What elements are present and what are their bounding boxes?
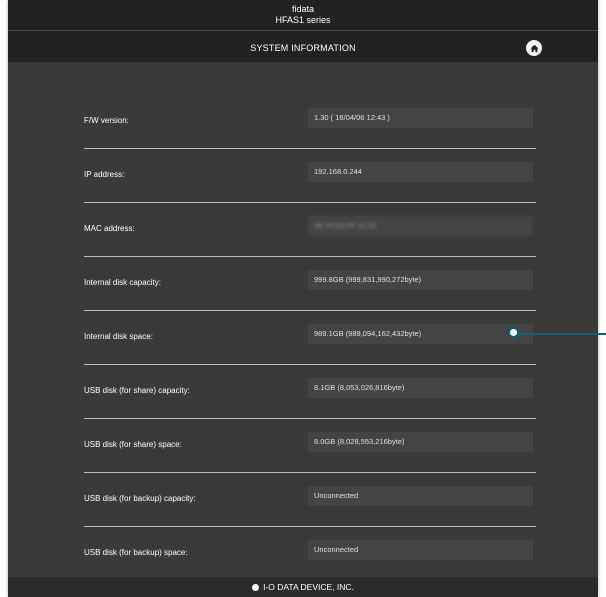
app-window: fidata HFAS1 series SYSTEM INFORMATION F… xyxy=(8,0,598,597)
row-value: 1.30 ( 16/04/06 12:43 ) xyxy=(308,108,533,128)
page-title: SYSTEM INFORMATION xyxy=(250,43,356,53)
callout-line xyxy=(515,333,606,335)
brand-name: fidata xyxy=(291,4,315,14)
row-label: USB disk (for share) space: xyxy=(84,440,182,449)
row-label: F/W version: xyxy=(84,116,129,125)
company-logo-icon xyxy=(252,583,260,591)
row-label: USB disk (for backup) space: xyxy=(84,548,188,557)
footer: I-O DATA DEVICE, INC. xyxy=(8,577,598,597)
row-value: 34:76:C5:FF:11:22 xyxy=(308,216,533,236)
row-ip-address: IP address: 192.168.0.244 xyxy=(84,149,536,203)
row-value: 989.1GB (989,094,162,432byte) xyxy=(308,324,533,344)
product-series: HFAS1 series xyxy=(275,15,331,25)
row-label: Internal disk space: xyxy=(84,332,153,341)
brand: fidata HFAS1 series xyxy=(8,4,598,26)
row-label: Internal disk capacity: xyxy=(84,278,161,287)
row-value: 8.1GB (8,053,026,816byte) xyxy=(308,378,533,398)
footer-text: I-O DATA DEVICE, INC. xyxy=(263,582,354,592)
row-usb-share-space: USB disk (for share) space: 8.0GB (8,028… xyxy=(84,419,536,473)
home-button[interactable] xyxy=(526,40,542,56)
row-mac-address: MAC address: 34:76:C5:FF:11:22 xyxy=(84,203,536,257)
row-label: MAC address: xyxy=(84,224,135,233)
header: fidata HFAS1 series SYSTEM INFORMATION xyxy=(8,0,598,62)
header-divider xyxy=(8,30,598,31)
home-icon xyxy=(529,44,539,52)
system-info-list: F/W version: 1.30 ( 16/04/06 12:43 ) IP … xyxy=(84,95,536,581)
row-label: USB disk (for share) capacity: xyxy=(84,386,190,395)
row-value: 192.168.0.244 xyxy=(308,162,533,182)
row-value: Unconnected xyxy=(308,540,533,560)
callout-marker xyxy=(508,327,519,338)
row-usb-share-capacity: USB disk (for share) capacity: 8.1GB (8,… xyxy=(84,365,536,419)
row-internal-disk-capacity: Internal disk capacity: 999.8GB (999,831… xyxy=(84,257,536,311)
row-usb-backup-capacity: USB disk (for backup) capacity: Unconnec… xyxy=(84,473,536,527)
row-value: Unconnected xyxy=(308,486,533,506)
row-fw-version: F/W version: 1.30 ( 16/04/06 12:43 ) xyxy=(84,95,536,149)
row-value: 999.8GB (999,831,990,272byte) xyxy=(308,270,533,290)
row-label: USB disk (for backup) capacity: xyxy=(84,494,196,503)
row-value: 8.0GB (8,028,553,216byte) xyxy=(308,432,533,452)
row-internal-disk-space: Internal disk space: 989.1GB (989,094,16… xyxy=(84,311,536,365)
row-label: IP address: xyxy=(84,170,125,179)
row-usb-backup-space: USB disk (for backup) space: Unconnected xyxy=(84,527,536,581)
